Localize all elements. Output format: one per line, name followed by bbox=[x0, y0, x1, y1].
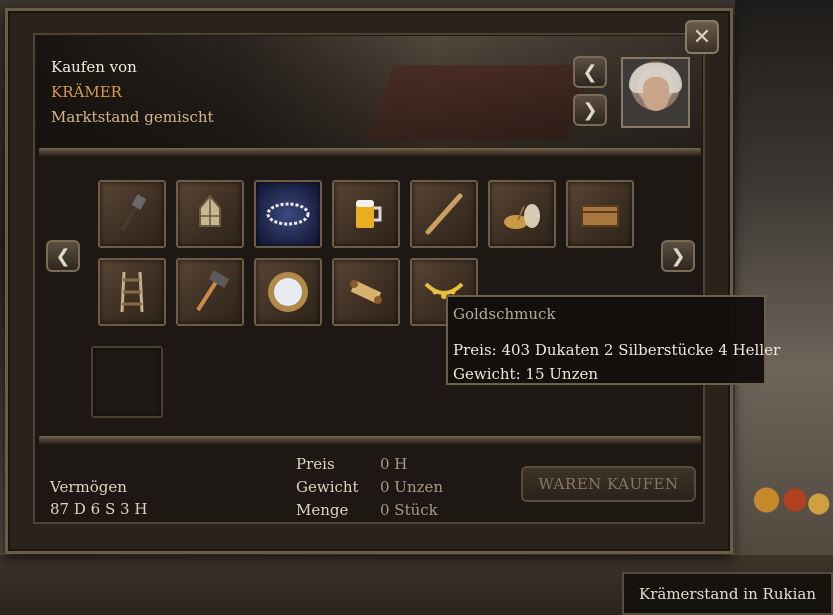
next-merchant-button[interactable]: ❯ bbox=[573, 94, 607, 126]
merchant-name: KRÄMER bbox=[51, 83, 122, 101]
item-slot-lantern[interactable] bbox=[176, 180, 244, 248]
previous-merchant-button[interactable]: ❮ bbox=[573, 56, 607, 88]
flute-icon bbox=[425, 193, 463, 235]
item-slot-spices[interactable] bbox=[488, 180, 556, 248]
chevron-right-icon: ❯ bbox=[582, 99, 598, 121]
rope-ladder-icon bbox=[120, 271, 144, 313]
buy-from-label: Kaufen von bbox=[51, 58, 137, 76]
close-icon: ✕ bbox=[692, 24, 712, 50]
portrait-face bbox=[643, 77, 669, 111]
bowl-and-sack-icon bbox=[504, 204, 540, 229]
item-slot-flute[interactable] bbox=[410, 180, 478, 248]
item-tooltip: Goldschmuck Preis: 403 Dukaten 2 Silbers… bbox=[446, 295, 780, 385]
items-prev-page-button[interactable]: ❮ bbox=[46, 240, 80, 272]
quantity-value: 0 Stück bbox=[380, 501, 438, 519]
wealth-label: Vermögen bbox=[50, 478, 127, 496]
header-divider bbox=[39, 148, 701, 156]
weight-value: 0 Unzen bbox=[380, 478, 444, 496]
weight-label: Gewicht bbox=[296, 478, 359, 496]
close-button[interactable]: ✕ bbox=[685, 20, 719, 54]
wealth-value: 87 D 6 S 3 H bbox=[50, 500, 148, 518]
hammer-icon bbox=[196, 270, 230, 312]
chevron-left-icon: ❮ bbox=[55, 245, 71, 267]
tooltip-weight: Gewicht: 15 Unzen bbox=[453, 365, 599, 383]
merchant-portrait bbox=[621, 57, 690, 128]
price-value: 0 H bbox=[380, 455, 408, 473]
stall-name: Marktstand gemischt bbox=[51, 108, 214, 126]
tooltip-title: Goldschmuck bbox=[453, 305, 556, 323]
item-slot-beer[interactable] bbox=[332, 180, 400, 248]
items-next-page-button[interactable]: ❯ bbox=[661, 240, 695, 272]
scroll-icon bbox=[350, 280, 382, 304]
quantity-label: Menge bbox=[296, 501, 349, 519]
item-slot-hammer[interactable] bbox=[176, 258, 244, 326]
selected-item-slot[interactable] bbox=[91, 346, 163, 418]
lantern-icon bbox=[199, 194, 221, 227]
price-label: Preis bbox=[296, 455, 335, 473]
item-slot-scroll[interactable] bbox=[332, 258, 400, 326]
shovel-icon bbox=[120, 194, 147, 232]
mirror-icon bbox=[268, 272, 308, 312]
item-slot-rope-ladder[interactable] bbox=[98, 258, 166, 326]
chevron-right-icon: ❯ bbox=[670, 245, 686, 267]
chest-icon bbox=[581, 205, 619, 227]
item-slot-mirror[interactable] bbox=[254, 258, 322, 326]
header-roof-art bbox=[366, 65, 594, 140]
item-slot-shovel[interactable] bbox=[98, 180, 166, 248]
location-label: Krämerstand in Rukian bbox=[622, 572, 833, 615]
beer-mug-icon bbox=[356, 200, 382, 228]
item-slot-chest[interactable] bbox=[566, 180, 634, 248]
chevron-left-icon: ❮ bbox=[582, 61, 598, 83]
item-slot-necklace[interactable] bbox=[254, 180, 322, 248]
buy-goods-button[interactable]: WAREN KAUFEN bbox=[521, 466, 696, 502]
tooltip-price: Preis: 403 Dukaten 2 Silberstücke 4 Hell… bbox=[453, 341, 781, 359]
footer-divider bbox=[39, 436, 701, 444]
background-fruit-stand bbox=[738, 480, 833, 520]
necklace-icon bbox=[266, 202, 310, 226]
